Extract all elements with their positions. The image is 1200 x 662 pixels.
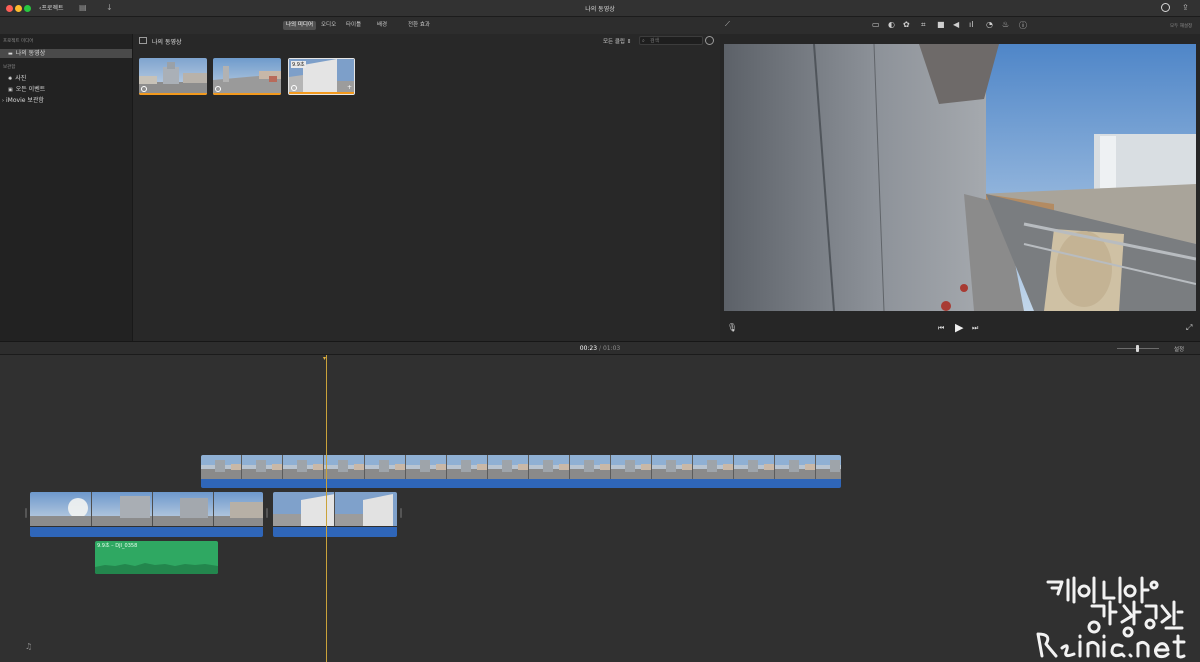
time-separator: / bbox=[598, 345, 602, 352]
media-thumbnail-2[interactable] bbox=[213, 58, 281, 95]
tab-titles[interactable]: 타이틀 bbox=[343, 21, 364, 30]
sidebar-toggle-icon[interactable] bbox=[139, 37, 147, 44]
play-button[interactable]: ▶ bbox=[955, 321, 963, 334]
primary-clip-2[interactable] bbox=[273, 492, 397, 537]
photos-icon: ✺ bbox=[8, 76, 13, 82]
playhead[interactable] bbox=[326, 355, 327, 662]
reset-all-button[interactable]: 모두 재설정 bbox=[1170, 23, 1192, 29]
clip-status-icon bbox=[141, 86, 147, 92]
used-range-bar bbox=[289, 92, 354, 94]
timeline[interactable]: 9.9초 – DJI_0358 ▾ ♫ bbox=[0, 355, 1200, 662]
media-tab-bar: 나의 미디어 오디오 타이틀 배경 전환 효과 bbox=[0, 17, 720, 34]
fullscreen-icon[interactable]: ⤢ bbox=[1186, 323, 1192, 333]
background-audio-clip[interactable]: 9.9초 – DJI_0358 bbox=[95, 541, 218, 574]
search-input[interactable]: ⌕ 검색 bbox=[639, 36, 703, 45]
thumbnail-image bbox=[139, 58, 207, 95]
timecode: 00:23 / 01:03 bbox=[0, 345, 1200, 352]
skip-back-button[interactable]: ⏮ bbox=[938, 324, 944, 333]
filmstrip bbox=[273, 492, 397, 526]
clip-filter-select[interactable]: 모든 클립 ⇕ bbox=[603, 37, 631, 45]
sidebar-section-libraries: 보관함 bbox=[3, 65, 16, 70]
filmstrip bbox=[30, 492, 263, 526]
equalizer-icon[interactable]: ıl bbox=[969, 20, 973, 29]
sidebar-section-project-media: 프로젝트 미디어 bbox=[3, 39, 34, 44]
music-note-icon: ♫ bbox=[25, 642, 33, 651]
color-palette-icon[interactable]: ✿ bbox=[903, 20, 910, 29]
clip-start-handle[interactable] bbox=[25, 508, 27, 518]
info-icon[interactable]: ⓘ bbox=[1019, 20, 1027, 31]
title-bar: ‹프로젝트 ▤ ↓ 나의 동영상 ⇪ bbox=[0, 0, 1200, 17]
library-sidebar: 프로젝트 미디어 ▬ 나의 동영상 보관함 ✺ 사진 ▣ 오든 이벤트 › iMovie… bbox=[0, 34, 133, 341]
clip-end-handle[interactable] bbox=[400, 508, 402, 518]
speed-icon[interactable]: ◔ bbox=[986, 20, 993, 29]
skip-forward-button[interactable]: ⏭ bbox=[972, 324, 978, 333]
playhead-marker-icon[interactable]: ▾ bbox=[323, 355, 326, 362]
film-icon: ▬ bbox=[8, 51, 13, 57]
timeline-settings-button[interactable]: 설정 bbox=[1174, 345, 1184, 353]
noise-reduction-icon[interactable]: ♨ bbox=[1002, 20, 1009, 29]
add-to-timeline-icon[interactable]: + bbox=[347, 84, 352, 91]
browser-settings-icon[interactable] bbox=[705, 36, 714, 45]
media-thumbnail-3-selected[interactable]: 9.9초 + bbox=[288, 58, 355, 95]
viewer-toolbar: ⟋ ▭ ◐ ✿ ⌗ ■ ◀ ıl ◔ ♨ ⓘ bbox=[720, 17, 1200, 34]
chevron-right-icon: › bbox=[2, 98, 4, 104]
share-icon[interactable]: ⇪ bbox=[1182, 3, 1189, 12]
microphone-icon[interactable]: 🎙 bbox=[727, 323, 737, 332]
camera-stabilization-icon[interactable]: ■ bbox=[937, 20, 945, 29]
cutaway-clip[interactable] bbox=[201, 455, 841, 488]
handwritten-watermark bbox=[1036, 576, 1186, 659]
sidebar-item-all-events[interactable]: ▣ 오든 이벤트 bbox=[0, 85, 132, 94]
sidebar-item-photos[interactable]: ✺ 사진 bbox=[0, 74, 132, 83]
sidebar-item-my-movie[interactable]: ▬ 나의 동영상 bbox=[0, 49, 132, 58]
audio-clip-label: 9.9초 – DJI_0358 bbox=[97, 543, 138, 549]
imovie-window: ‹프로젝트 ▤ ↓ 나의 동영상 ⇪ 나의 미디어 오디오 타이틀 배경 전환 … bbox=[0, 0, 1200, 662]
clip-audio-waveform bbox=[201, 479, 841, 488]
filmstrip bbox=[201, 455, 841, 479]
used-range-bar bbox=[213, 93, 281, 95]
media-thumbnail-1[interactable] bbox=[139, 58, 207, 95]
magic-wand-icon[interactable]: ⟋ bbox=[725, 20, 730, 29]
tab-my-media[interactable]: 나의 미디어 bbox=[283, 21, 317, 30]
used-range-bar bbox=[139, 93, 207, 95]
enhance-icon[interactable] bbox=[1161, 3, 1170, 12]
search-icon: ⌕ bbox=[642, 38, 645, 44]
timeline-header: 00:23 / 01:03 설정 bbox=[0, 341, 1200, 355]
volume-icon[interactable]: ◀ bbox=[953, 20, 959, 29]
event-title: 나의 동영상 bbox=[152, 39, 182, 46]
preview-frame bbox=[724, 44, 1196, 311]
viewer-panel: 🎙 ⏮ ▶ ⏭ ⤢ bbox=[720, 34, 1200, 341]
video-preview[interactable] bbox=[724, 44, 1196, 311]
current-time: 00:23 bbox=[579, 345, 598, 352]
primary-clip-1[interactable] bbox=[30, 492, 263, 537]
browser-header: 나의 동영상 모든 클립 ⇕ ⌕ 검색 bbox=[133, 34, 720, 48]
tab-audio[interactable]: 오디오 bbox=[318, 21, 339, 30]
duration-badge: 9.9초 bbox=[291, 61, 306, 68]
chevron-updown-icon: ⇕ bbox=[626, 39, 632, 45]
clip-audio-waveform bbox=[30, 527, 263, 537]
clip-status-icon bbox=[291, 85, 297, 91]
tab-backgrounds[interactable]: 배경 bbox=[374, 21, 390, 30]
audio-waveform bbox=[95, 563, 218, 574]
clip-status-icon bbox=[215, 86, 221, 92]
tab-transitions[interactable]: 전환 효과 bbox=[405, 21, 433, 30]
thumbnail-image bbox=[213, 58, 281, 95]
window-title: 나의 동영상 bbox=[585, 6, 615, 13]
display-icon[interactable]: ▭ bbox=[872, 20, 880, 29]
zoom-slider-knob[interactable] bbox=[1136, 345, 1139, 352]
clip-audio-waveform bbox=[273, 527, 397, 537]
crop-icon[interactable]: ⌗ bbox=[921, 20, 926, 30]
sidebar-item-imovie-library[interactable]: › iMovie 보관함 bbox=[0, 96, 132, 105]
total-time: 01:03 bbox=[602, 345, 621, 352]
color-balance-icon[interactable]: ◐ bbox=[888, 20, 895, 29]
event-icon: ▣ bbox=[8, 87, 13, 93]
media-browser: 나의 동영상 모든 클립 ⇕ ⌕ 검색 9.9초 + bbox=[133, 34, 720, 341]
clip-end-handle[interactable] bbox=[266, 508, 268, 518]
